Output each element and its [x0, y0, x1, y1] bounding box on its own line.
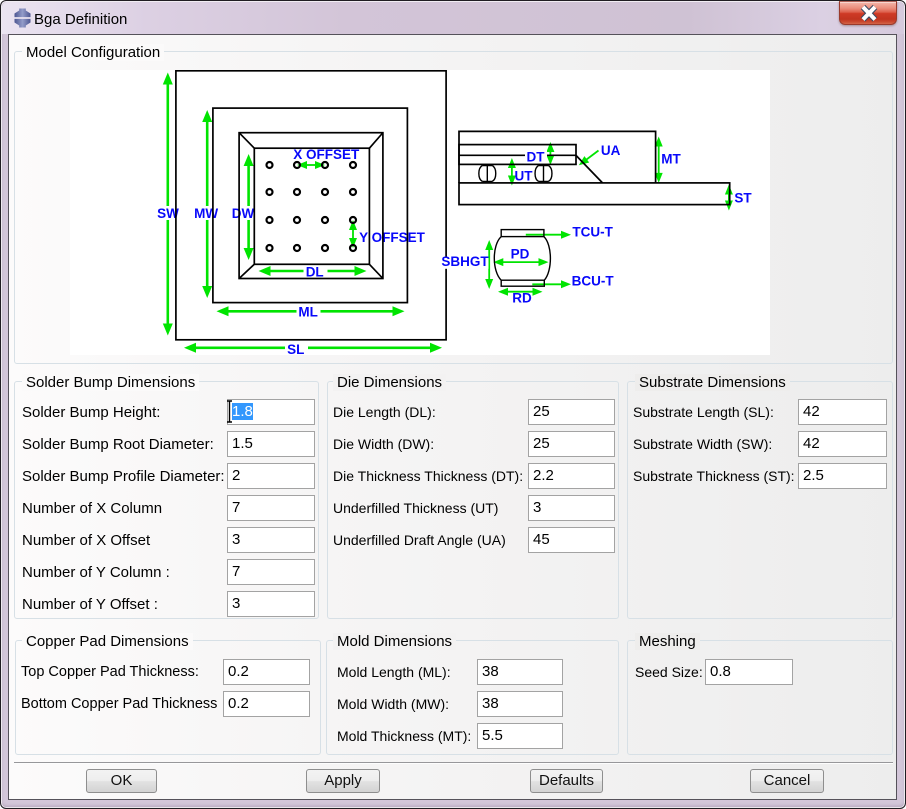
- svg-text:RD: RD: [512, 291, 532, 306]
- svg-text:DT: DT: [527, 150, 546, 165]
- svg-text:DW: DW: [232, 206, 255, 221]
- svg-text:PD: PD: [511, 246, 530, 261]
- svg-text:SL: SL: [287, 342, 304, 355]
- svg-text:BCU-T: BCU-T: [572, 274, 615, 289]
- svg-text:ML: ML: [298, 304, 318, 319]
- svg-text:TCU-T: TCU-T: [572, 225, 613, 240]
- svg-text:SBHGT: SBHGT: [441, 254, 489, 269]
- svg-text:UT: UT: [515, 169, 534, 184]
- svg-text:UA: UA: [601, 143, 621, 158]
- svg-text:DL: DL: [306, 265, 324, 280]
- svg-text:MT: MT: [661, 152, 681, 167]
- svg-text:ST: ST: [734, 191, 752, 206]
- svg-text:X OFFSET: X OFFSET: [293, 147, 360, 162]
- svg-text:MW: MW: [194, 206, 218, 221]
